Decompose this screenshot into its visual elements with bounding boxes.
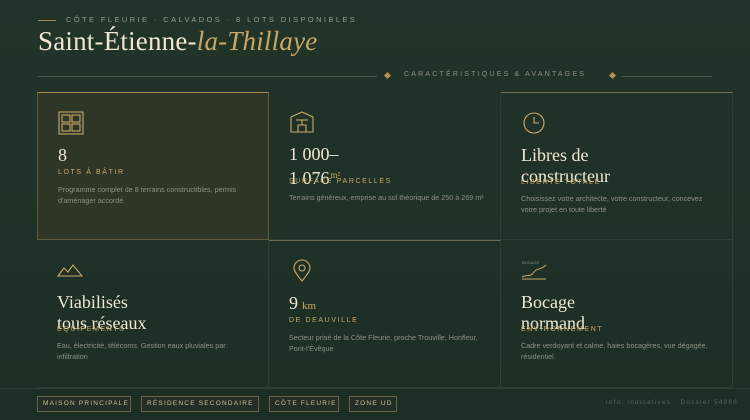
tag-residence-secondaire[interactable]: Résidence secondaire <box>141 396 259 412</box>
feature-description: Programme complet de 8 terrains construc… <box>58 185 237 205</box>
feature-value-number: 9 <box>289 293 298 313</box>
diamond-ornament-left <box>383 71 392 80</box>
feature-card-utilities: Viabilisés tous réseaux Équipements Eau, … <box>37 240 269 388</box>
kicker-text: Côte Fleurie · Calvados · 8 lots disponi… <box>66 15 358 24</box>
features-grid: 8 Lots à bâtir Programme complet de 8 te… <box>37 92 733 388</box>
header-kicker: Côte Fleurie · Calvados · 8 lots disponi… <box>38 15 357 24</box>
utilities-icon <box>57 258 83 282</box>
feature-description: Eau, électricité, télécoms. Gestion eaux… <box>57 341 226 361</box>
kicker-rule <box>38 19 56 21</box>
section-divider-right <box>622 76 712 77</box>
section-label: Caractéristiques & avantages <box>404 71 587 78</box>
feature-card-lots: 8 Lots à bâtir Programme complet de 8 te… <box>37 92 269 240</box>
footer-meta: Info. indicatives · Dossier 54886 <box>605 399 738 406</box>
tag-maison-principale[interactable]: Maison principale <box>37 396 131 412</box>
feature-value-line1: 1 000– <box>289 144 339 164</box>
page-title-accent: la-Thillaye <box>196 26 318 56</box>
feature-description: Cadre verdoyant et calme, haies bocagère… <box>521 341 708 361</box>
feature-value: 9 km <box>289 293 316 317</box>
location-pin-icon <box>289 259 315 283</box>
feature-card-environment: BOCAGE Bocage normand Environnement Cadre… <box>501 240 733 388</box>
feature-label: Liberté totale <box>521 179 601 186</box>
feature-card-builder: Libres de constructeur Liberté totale Cho… <box>501 92 733 240</box>
feature-card-distance: 9 km De Deauville Secteur prisé de la Côt… <box>269 240 501 388</box>
page-background: Côte Fleurie · Calvados · 8 lots disponi… <box>0 0 750 420</box>
feature-label: Lots à bâtir <box>58 169 125 176</box>
footer-divider <box>0 388 750 389</box>
bocage-landscape-icon: BOCAGE <box>521 258 547 282</box>
feature-description: Choisissez votre architecte, votre const… <box>521 194 703 214</box>
feature-value-unit: km <box>302 300 317 312</box>
feature-value: 8 <box>58 145 67 165</box>
page-title: Saint-Étienne-la-Thillaye <box>38 26 317 57</box>
icon-caption: BOCAGE <box>522 260 539 265</box>
feature-description: Terrains généreux, emprise au sol théori… <box>289 193 484 202</box>
feature-label: Surface parcelles <box>289 178 392 185</box>
building-icon <box>289 110 315 134</box>
feature-label: De Deauville <box>289 317 359 324</box>
feature-value-line1: Libres de <box>521 145 589 165</box>
clock-icon <box>521 111 547 135</box>
page-title-main: Saint-Étienne- <box>38 26 197 56</box>
feature-value-line1: Viabilisés <box>57 292 128 312</box>
feature-label: Équipements <box>57 326 126 333</box>
tag-list: Maison principale Résidence secondaire C… <box>37 396 397 412</box>
feature-description: Secteur prisé de la Côte Fleurie, proche… <box>289 333 478 353</box>
diamond-ornament-right <box>608 71 617 80</box>
tag-cote-fleurie[interactable]: Côte Fleurie <box>269 396 339 412</box>
section-divider-left <box>38 76 377 77</box>
plots-grid-icon <box>58 111 84 135</box>
feature-label: Environnement <box>521 326 604 333</box>
feature-value-line1: Bocage <box>521 292 575 312</box>
feature-card-surface: 1 000– 1 076m² Surface parcelles Terrains… <box>269 92 501 240</box>
tag-zone-ud[interactable]: Zone UD <box>349 396 397 412</box>
